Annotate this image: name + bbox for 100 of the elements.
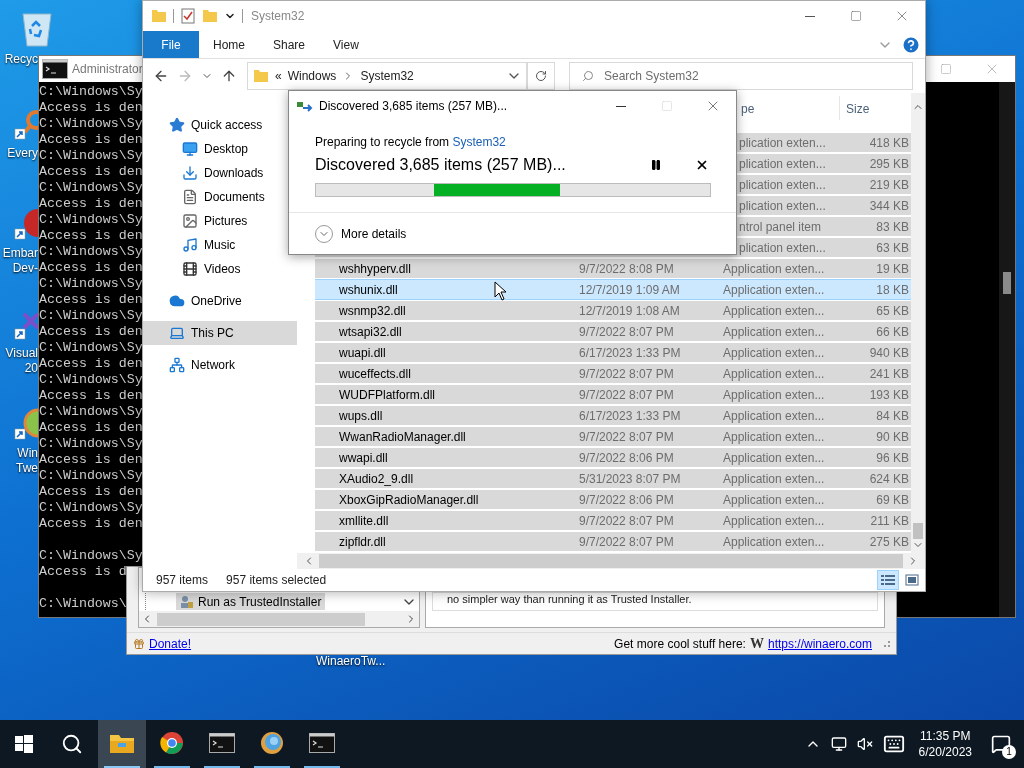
- file-row[interactable]: wtsapi32.dll 9/7/2022 8:07 PM Application exten... 66 KB: [315, 321, 911, 342]
- breadcrumb[interactable]: Windows: [287, 67, 337, 85]
- clock[interactable]: 11:35 PM 6/20/2023: [914, 728, 976, 760]
- file-row[interactable]: wups.dll 6/17/2023 1:33 PM Application exten... 84 KB: [315, 405, 911, 426]
- magnifier-shortcut-icon[interactable]: [14, 108, 38, 142]
- source-link[interactable]: System32: [452, 135, 506, 149]
- ribbon-tab[interactable]: View: [319, 31, 373, 58]
- console-line: C:\Windows\Sy: [39, 212, 143, 228]
- column-header[interactable]: Size: [846, 101, 870, 116]
- console-line: C:\Windows\Sy: [39, 404, 143, 420]
- file-name: wsnmp32.dll: [339, 303, 406, 318]
- browser-icon: [160, 731, 184, 755]
- file-type: Application exten...: [723, 450, 825, 465]
- console-line: C:\Windows\Sy: [39, 548, 143, 564]
- file-row[interactable]: zipfldr.dll 9/7/2022 8:07 PM Application exten... 275 KB: [315, 531, 911, 552]
- file-type: Application exten...: [723, 408, 825, 423]
- file-row[interactable]: wsnmp32.dll 12/7/2019 1:08 AM Application exten... 65 KB: [315, 300, 911, 321]
- file-menu-button[interactable]: File: [143, 31, 199, 58]
- file-row[interactable]: wuceffects.dll 9/7/2022 8:07 PM Application exten... 241 KB: [315, 363, 911, 384]
- file-type: Application exten...: [723, 345, 825, 360]
- file-size: 63 KB: [876, 240, 909, 255]
- scrollbar-thumb[interactable]: [913, 523, 923, 539]
- refresh-button[interactable]: [527, 62, 555, 90]
- scrollbar-thumb[interactable]: [157, 612, 365, 626]
- overflow-button[interactable]: «: [275, 67, 282, 85]
- file-type: Application exten...: [723, 387, 825, 402]
- console-line: C:\Windows\Sy: [39, 308, 143, 324]
- file-size: 96 KB: [876, 450, 909, 465]
- ribbon-tab[interactable]: Share: [259, 31, 320, 58]
- column-header[interactable]: pe: [741, 101, 755, 116]
- console-line: C:\Windows\: [39, 596, 127, 612]
- file-row[interactable]: XboxGipRadioManager.dll 9/7/2022 8:06 PM Application exten... 69 KB: [315, 489, 911, 510]
- file-row[interactable]: xmllite.dll 9/7/2022 8:07 PM Application exten... 211 KB: [315, 510, 911, 531]
- mouse-pointer-icon: [494, 281, 507, 301]
- file-type: plication exten...: [739, 156, 826, 171]
- file-size: 65 KB: [876, 303, 909, 318]
- download-icon: [182, 165, 198, 181]
- file-row[interactable]: wwapi.dll 9/7/2022 8:06 PM Application exten... 96 KB: [315, 447, 911, 468]
- desktop-icon-label: WinaeroTw...: [316, 653, 386, 670]
- file-type: Application exten...: [723, 324, 825, 339]
- console-line: C:\Windows\Sy: [39, 372, 143, 388]
- close-icon: [695, 158, 709, 172]
- properties-icon[interactable]: [180, 8, 196, 24]
- scrollbar-thumb[interactable]: [1003, 272, 1011, 294]
- details-view-button[interactable]: [877, 570, 899, 590]
- muted-speaker-icon[interactable]: [856, 736, 873, 752]
- nav-item[interactable]: This PC: [143, 321, 297, 345]
- file-type: Application exten...: [723, 282, 825, 297]
- modified-date: 9/7/2022 8:07 PM: [579, 366, 674, 381]
- modified-date: 9/7/2022 8:06 PM: [579, 450, 674, 465]
- refresh-icon: [535, 70, 547, 82]
- status-text: Preparing to recycle from System32: [315, 134, 507, 150]
- modified-date: 9/7/2022 8:07 PM: [579, 387, 674, 402]
- file-type: Application exten...: [723, 429, 825, 444]
- disc-shortcut-icon[interactable]: [14, 208, 38, 242]
- keyboard-icon[interactable]: [882, 733, 905, 755]
- more-details-button[interactable]: More details: [315, 224, 407, 243]
- breadcrumb[interactable]: System32: [360, 67, 414, 85]
- file-name: XAudio2_9.dll: [339, 471, 414, 486]
- tree-item[interactable]: Run as TrustedInstaller: [176, 593, 326, 610]
- thumbnail-icon: [905, 574, 919, 586]
- desktop-icon-label: Every: [7, 146, 38, 161]
- console-line: C:\Windows\Sy: [39, 276, 143, 292]
- file-size: 275 KB: [869, 534, 909, 549]
- file-row[interactable]: wuapi.dll 6/17/2023 1:33 PM Application exten... 940 KB: [315, 342, 911, 363]
- scrollbar-thumb[interactable]: [319, 554, 903, 568]
- console-line: Access is den: [39, 388, 143, 404]
- help-icon[interactable]: [901, 34, 921, 55]
- up-button[interactable]: [221, 68, 237, 84]
- file-row[interactable]: wshhyperv.dll 9/7/2022 8:08 PM Application exten... 19 KB: [315, 258, 911, 279]
- file-type: plication exten...: [739, 135, 826, 150]
- address-bar[interactable]: « Windows System32: [247, 62, 527, 90]
- file-row[interactable]: XAudio2_9.dll 5/31/2023 8:07 PM Application exten... 624 KB: [315, 468, 911, 489]
- search-icon: [582, 70, 594, 82]
- folder-icon: [109, 732, 135, 754]
- selection-count: 957 items selected: [226, 572, 327, 589]
- back-button[interactable]: [153, 68, 169, 84]
- console-line: C:\Windows\Sy: [39, 180, 143, 196]
- file-name: wuceffects.dll: [339, 366, 411, 381]
- nav-item[interactable]: Network: [143, 353, 297, 377]
- ribbon-tab[interactable]: Home: [199, 31, 259, 58]
- website-link[interactable]: https://winaero.com: [767, 634, 872, 653]
- nav-item[interactable]: OneDrive: [143, 289, 297, 313]
- file-type: plication exten...: [739, 198, 826, 213]
- file-size: 295 KB: [869, 156, 909, 171]
- search-field[interactable]: Search System32: [569, 62, 913, 90]
- console-line: C:\Windows\Sy: [39, 468, 143, 484]
- file-row[interactable]: wshunix.dll 12/7/2019 1:09 AM Application exten... 18 KB: [315, 279, 911, 300]
- minimize-icon: [616, 105, 626, 107]
- file-size: 69 KB: [876, 492, 909, 507]
- file-row[interactable]: WUDFPlatform.dll 9/7/2022 8:07 PM Application exten... 193 KB: [315, 384, 911, 405]
- network-status-icon[interactable]: [830, 736, 847, 752]
- ball-shortcut-icon[interactable]: [14, 408, 38, 442]
- donate-link[interactable]: Donate!: [149, 634, 192, 653]
- console-icon: [209, 733, 235, 753]
- file-row[interactable]: WwanRadioManager.dll 9/7/2022 8:07 PM Application exten... 90 KB: [315, 426, 911, 447]
- search-icon: [61, 733, 83, 755]
- document-icon: [182, 189, 198, 205]
- taskbar-app-button[interactable]: [98, 720, 146, 768]
- nav-item[interactable]: Videos: [143, 257, 297, 281]
